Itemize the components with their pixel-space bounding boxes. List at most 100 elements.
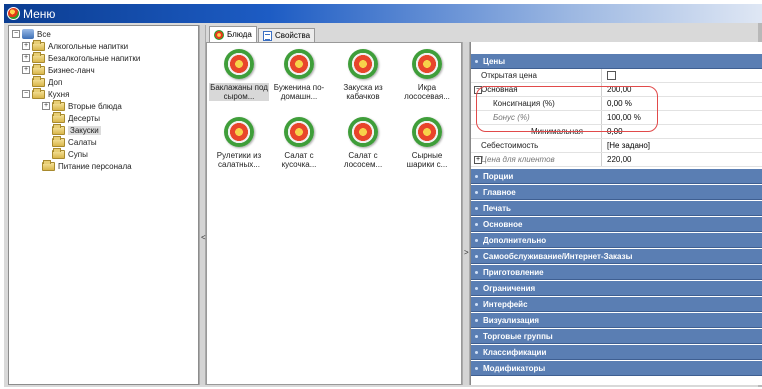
section-header[interactable]: Модификаторы	[471, 361, 762, 376]
dish-label: Закуска из кабачков	[343, 83, 383, 101]
dish-item[interactable]: Икра лососевая...	[397, 45, 457, 109]
dish-item[interactable]: Баклажаны под сыром...	[209, 45, 269, 109]
section-header[interactable]: Печать	[471, 201, 762, 216]
section-title: Самообслуживание/Интернет-Заказы	[483, 251, 633, 261]
section-title: Цены	[483, 56, 506, 66]
tree-item-business-lunch[interactable]: + Бизнес-ланч	[22, 63, 95, 76]
tree-item-kitchen[interactable]: − Кухня	[22, 87, 69, 100]
prop-name: Себестоимость	[481, 141, 539, 150]
section-bullet-icon	[475, 286, 478, 290]
expand-icon[interactable]: +	[22, 54, 30, 62]
section-header[interactable]: Самообслуживание/Интернет-Заказы	[471, 249, 762, 264]
dish-icon	[284, 49, 314, 79]
prop-name: Минимальная	[531, 127, 584, 136]
dish-item[interactable]: Закуска из кабачков	[333, 45, 393, 109]
section-header[interactable]: Визуализация	[471, 313, 762, 328]
prop-name: Основная	[481, 85, 518, 94]
tree-item-label: Алкогольные напитки	[48, 41, 129, 51]
prop-value[interactable]: 0,00 %	[601, 97, 762, 110]
open-price-checkbox[interactable]	[607, 71, 616, 80]
tree-item-desserts[interactable]: Десерты	[52, 111, 101, 124]
right-splitter[interactable]: >	[462, 42, 470, 385]
folder-icon	[52, 147, 65, 159]
dish-icon	[224, 49, 254, 79]
dish-icon	[412, 49, 442, 79]
tree-root-collapse-icon[interactable]: −	[12, 30, 20, 38]
tree-item-label: Десерты	[68, 113, 101, 123]
section-bullet-icon	[475, 174, 478, 178]
tab-label: Свойства	[275, 31, 311, 40]
prop-open-price[interactable]: Открытая цена	[471, 69, 762, 83]
section-bullet-icon	[475, 334, 478, 338]
tree-item-label: Бизнес-ланч	[48, 65, 95, 75]
tree-item-appetizers[interactable]: Закуски	[52, 123, 101, 136]
expand-icon[interactable]: +	[474, 155, 482, 164]
dish-item[interactable]: Салат с кусочка...	[269, 113, 329, 177]
section-header[interactable]: Основное	[471, 217, 762, 232]
section-bullet-icon	[475, 318, 478, 322]
properties-icon	[263, 30, 272, 41]
splitter-arrow-icon[interactable]: >	[464, 248, 469, 257]
tree-item-extra[interactable]: Доп	[32, 75, 63, 88]
section-header[interactable]: Интерфейс	[471, 297, 762, 312]
dish-icon	[284, 117, 314, 147]
section-header[interactable]: Ограничения	[471, 281, 762, 296]
section-prices[interactable]: Цены	[471, 54, 762, 69]
dish-icon	[224, 117, 254, 147]
tree-item-label: Безалкогольные напитки	[48, 53, 141, 63]
prop-value[interactable]: 220,00	[601, 153, 762, 166]
tree-root[interactable]: − Все	[12, 28, 51, 40]
splitter-arrow-icon[interactable]: <	[201, 233, 206, 242]
section-bullet-icon	[475, 254, 478, 258]
tab-dishes[interactable]: Блюда	[209, 26, 257, 42]
prop-client-price[interactable]: + Цена для клиентов 220,00	[471, 153, 762, 167]
section-title: Главное	[483, 187, 516, 197]
prop-consignation[interactable]: Консигнация (%) 0,00 %	[471, 97, 762, 111]
dish-label: Буженина по-домашн...	[273, 83, 325, 101]
dish-item[interactable]: Рулетики из салатных...	[209, 113, 269, 177]
left-splitter[interactable]: <	[199, 25, 206, 385]
section-header[interactable]: Приготовление	[471, 265, 762, 280]
prop-name: Бонус (%)	[493, 113, 530, 122]
window-title-bar[interactable]: Меню	[4, 4, 762, 23]
tab-properties[interactable]: Свойства	[258, 28, 316, 42]
section-header[interactable]: Главное	[471, 185, 762, 200]
prop-value[interactable]: 0,00	[601, 125, 762, 138]
tree-item-label: Питание персонала	[58, 161, 132, 171]
dish-item[interactable]: Буженина по-домашн...	[269, 45, 329, 109]
prop-main-price[interactable]: − Основная 200,00	[471, 83, 762, 97]
section-header[interactable]: Дополнительно	[471, 233, 762, 248]
prop-value[interactable]: 200,00	[601, 83, 762, 96]
prop-bonus[interactable]: Бонус (%) 100,00 %	[471, 111, 762, 125]
dish-label: Сырные шарики с...	[406, 151, 448, 169]
prop-cost[interactable]: Себестоимость [Не задано]	[471, 139, 762, 153]
section-bullet-icon	[475, 350, 478, 354]
prop-minimal[interactable]: Минимальная 0,00	[471, 125, 762, 139]
tree-item-soft-drinks[interactable]: + Безалкогольные напитки	[22, 51, 141, 64]
expand-icon[interactable]: +	[22, 66, 30, 74]
section-title: Интерфейс	[483, 299, 528, 309]
collapse-icon[interactable]: −	[474, 85, 482, 94]
expand-icon[interactable]: +	[22, 42, 30, 50]
prop-value[interactable]: [Не задано]	[601, 139, 762, 152]
section-title: Основное	[483, 219, 523, 229]
collapse-icon[interactable]: −	[22, 90, 30, 98]
tree-item-label: Вторые блюда	[68, 101, 122, 111]
tree-item-alcohol[interactable]: + Алкогольные напитки	[22, 39, 129, 52]
expand-icon[interactable]: +	[42, 102, 50, 110]
tree-item-salads[interactable]: Салаты	[52, 135, 97, 148]
folder-icon	[32, 51, 45, 63]
section-header[interactable]: Классификации	[471, 345, 762, 360]
section-header[interactable]: Порции	[471, 169, 762, 184]
dish-item[interactable]: Салат с лососем...	[333, 113, 393, 177]
tree-item-label: Доп	[48, 77, 63, 87]
section-title: Торговые группы	[483, 331, 553, 341]
tree-item-staff-meals[interactable]: Питание персонала	[42, 159, 132, 172]
category-tree[interactable]: − Все + Алкогольные напитки + Безалкогол…	[8, 25, 199, 385]
tree-item-soups[interactable]: Супы	[52, 147, 88, 160]
section-header[interactable]: Торговые группы	[471, 329, 762, 344]
tree-item-main-courses[interactable]: + Вторые блюда	[42, 99, 122, 112]
folder-icon	[52, 123, 65, 135]
prop-value[interactable]: 100,00 %	[601, 111, 762, 124]
dish-item[interactable]: Сырные шарики с...	[397, 113, 457, 177]
